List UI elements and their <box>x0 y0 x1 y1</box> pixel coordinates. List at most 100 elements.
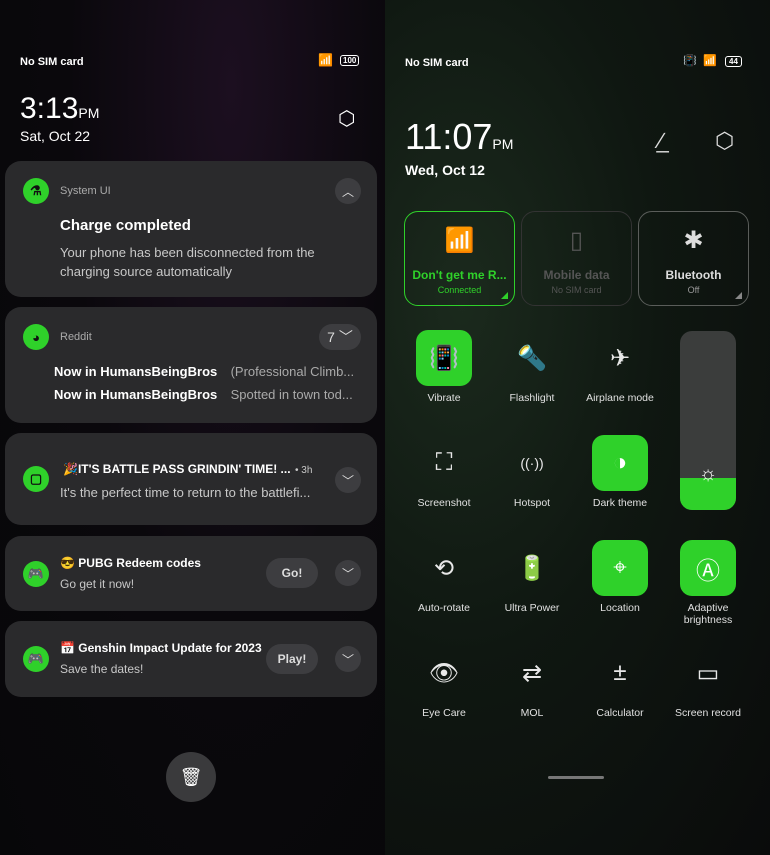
trash-icon: 🗑 <box>179 766 203 787</box>
app-icon: ▢ <box>23 466 49 492</box>
go-button[interactable]: Go! <box>266 558 318 588</box>
wifi-icon: 📶 <box>318 53 333 67</box>
toggle-label: Calculator <box>596 707 644 719</box>
system-ui-icon: ⚗ <box>23 178 49 204</box>
notification-title: 📅 Genshin Impact Update for 2023 <box>60 641 262 655</box>
app-name: Reddit <box>60 331 92 343</box>
auto-rotate-icon: ⟲ <box>433 554 455 582</box>
sim-card-icon: ▯ <box>569 227 584 254</box>
toggle-label: MOL <box>520 707 544 719</box>
vibrate-icon: 📳 <box>429 344 459 372</box>
toggle-label: Flashlight <box>509 392 555 404</box>
expand-button[interactable]: ﹀ <box>335 467 361 493</box>
toggle-label: Airplane mode <box>586 392 654 404</box>
toggle-label: Screen record <box>675 707 741 719</box>
flashlight-icon: 🔦 <box>517 344 547 372</box>
clock-time: 3:13PM <box>20 92 100 125</box>
carrier-label: No SIM card <box>405 57 469 69</box>
toggle-hotspot[interactable]: ((·)) <box>504 435 560 491</box>
notification-body: Save the dates! <box>60 662 144 676</box>
location-icon: ⌖ <box>613 554 627 581</box>
wifi-icon: 📶 <box>703 55 717 67</box>
notification-battle-pass[interactable]: ▢ 🎉IT'S BATTLE PASS GRINDIN' TIME! ... •… <box>5 433 377 525</box>
toggle-label: Adaptive brightness <box>683 602 733 626</box>
message-row: Now in HumansBeingBros (Professional Cli… <box>54 364 355 379</box>
edit-icon[interactable]: ∕̲ <box>659 128 663 154</box>
notification-pubg[interactable]: 🎮 😎 PUBG Redeem codes Go get it now! Go!… <box>5 536 377 611</box>
calculator-icon: ± <box>613 659 627 686</box>
toggle-mol[interactable]: ⇄ <box>504 645 560 701</box>
notification-shade: No SIM card 📶 100 3:13PM Sat, Oct 22 ⬡ ⚗… <box>0 0 385 855</box>
clear-all-button[interactable]: 🗑 <box>166 752 216 802</box>
mobile-data-tile[interactable]: ▯ Mobile data No SIM card <box>521 211 632 306</box>
toggle-label: Screenshot <box>417 497 471 509</box>
toggle-auto-rotate[interactable]: ⟲ <box>416 540 472 596</box>
clock-date: Sat, Oct 22 <box>20 128 91 144</box>
toggle-adaptive-brightness[interactable]: Ⓐ <box>680 540 736 596</box>
carrier-label: No SIM card <box>20 56 84 68</box>
toggle-label: Auto-rotate <box>418 602 470 614</box>
settings-icon[interactable]: ⬡ <box>338 106 355 131</box>
brightness-slider[interactable]: ☼ <box>680 331 736 510</box>
clock-date: Wed, Oct 12 <box>405 162 485 178</box>
battery-indicator: 44 <box>725 56 742 67</box>
screenshot-icon: ⛶ <box>435 449 453 476</box>
toggle-screenshot[interactable]: ⛶ <box>416 435 472 491</box>
expand-count-button[interactable]: 7 ﹀ <box>319 324 361 350</box>
toggle-dark-theme[interactable]: ◑ <box>592 435 648 491</box>
notification-system-ui[interactable]: ⚗ System UI ︿ Charge completed Your phon… <box>5 161 377 297</box>
wifi-icon: 📶 <box>444 227 475 254</box>
collapse-button[interactable]: ︿ <box>335 178 361 204</box>
notification-genshin[interactable]: 🎮 📅 Genshin Impact Update for 2023 Save … <box>5 621 377 697</box>
airplane-icon: ✈ <box>609 344 631 372</box>
bluetooth-icon: ✱ <box>683 227 704 254</box>
tile-status: No SIM card <box>551 285 602 295</box>
toggle-ultra-power[interactable]: 🔋 <box>504 540 560 596</box>
app-name: System UI <box>60 185 111 197</box>
hotspot-icon: ((·)) <box>520 455 544 471</box>
adaptive-brightness-icon: Ⓐ <box>696 557 720 585</box>
bluetooth-tile[interactable]: ✱ Bluetooth Off <box>638 211 749 306</box>
eye-icon: 👁 <box>428 659 460 687</box>
toggle-label: Eye Care <box>422 707 466 719</box>
quick-settings: No SIM card 📳 📶 44 11:07PM Wed, Oct 12 ∕… <box>385 0 770 855</box>
toggle-location[interactable]: ⌖ <box>592 540 648 596</box>
battery-bolt-icon: 🔋 <box>517 554 547 582</box>
toggle-label: Ultra Power <box>504 602 560 614</box>
tile-status: Off <box>687 285 700 295</box>
notification-title: 🎉IT'S BATTLE PASS GRINDIN' TIME! ... • 3… <box>63 462 313 476</box>
settings-icon[interactable]: ⬡ <box>715 128 734 154</box>
tile-label: Mobile data <box>543 268 610 282</box>
toggle-label: Hotspot <box>513 497 551 509</box>
video-camera-icon: ▭ <box>696 659 720 687</box>
toggle-screen-record[interactable]: ▭ <box>680 645 736 701</box>
notification-title: Charge completed <box>60 217 191 234</box>
toggle-label: Vibrate <box>427 392 461 404</box>
toggle-label: Dark theme <box>592 497 648 509</box>
notification-body: Go get it now! <box>60 577 135 591</box>
notification-reddit[interactable]: ◕ Reddit 7 ﹀ Now in HumansBeingBros (Pro… <box>5 307 377 423</box>
expand-button[interactable]: ﹀ <box>335 646 361 672</box>
tile-label: Bluetooth <box>665 268 722 282</box>
gamepad-icon: 🎮 <box>23 646 49 672</box>
tile-label: Don't get me R... <box>412 268 507 282</box>
translate-icon: ⇄ <box>521 659 543 687</box>
toggle-flashlight[interactable]: 🔦 <box>504 330 560 386</box>
wifi-tile[interactable]: 📶 Don't get me R... Connected <box>404 211 515 306</box>
toggle-calculator[interactable]: ± <box>592 645 648 701</box>
home-handle[interactable] <box>548 776 604 779</box>
expand-button[interactable]: ﹀ <box>335 560 361 586</box>
tile-status: Connected <box>437 285 482 295</box>
gamepad-icon: 🎮 <box>23 561 49 587</box>
vibrate-status-icon: 📳 <box>683 55 697 67</box>
clock-time: 11:07PM <box>405 116 514 157</box>
play-button[interactable]: Play! <box>266 644 318 674</box>
notification-title: 😎 PUBG Redeem codes <box>60 556 201 570</box>
notification-body: Your phone has been disconnected from th… <box>60 245 315 279</box>
toggle-label: Location <box>600 602 640 614</box>
toggle-airplane-mode[interactable]: ✈ <box>592 330 648 386</box>
notification-body: It's the perfect time to return to the b… <box>60 485 311 500</box>
message-row: Now in HumansBeingBros Spotted in town t… <box>54 387 353 402</box>
toggle-eye-care[interactable]: 👁 <box>416 645 472 701</box>
toggle-vibrate[interactable]: 📳 <box>416 330 472 386</box>
